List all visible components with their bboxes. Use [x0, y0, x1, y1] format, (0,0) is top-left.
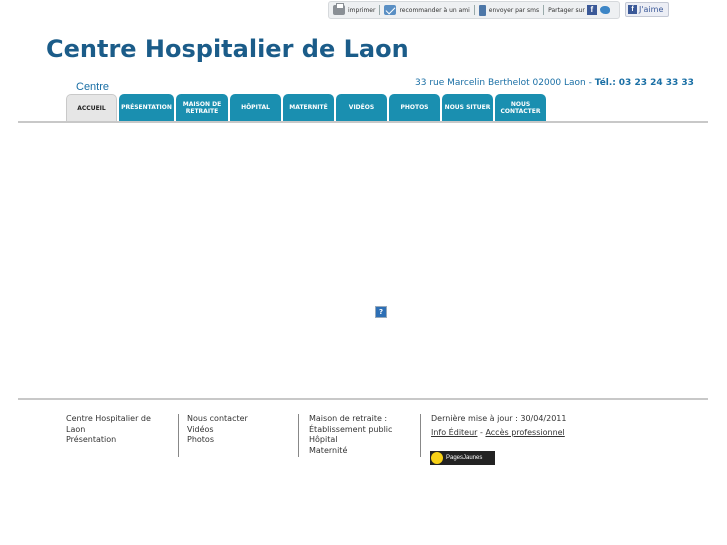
facebook-icon[interactable]: f — [586, 5, 597, 15]
like-label: J'aime — [639, 5, 664, 14]
contact-info: 33 rue Marcelin Berthelot 02000 Laon - T… — [415, 78, 694, 88]
printer-icon — [333, 3, 345, 15]
footer-col-1: Centre Hospitalier de Laon Présentation — [66, 414, 151, 446]
nav-item-nous-situer[interactable]: Nous situer — [442, 94, 493, 121]
footer-col-3: Maison de retraite : Établissement publi… — [309, 414, 392, 456]
nav-item-photos[interactable]: Photos — [389, 94, 440, 121]
header-divider — [18, 121, 708, 123]
footer-col-2: Nous contacter Vidéos Photos — [187, 414, 248, 446]
sms-link[interactable]: envoyer par sms — [475, 4, 543, 16]
footer-col-4: Dernière mise à jour : 30/04/2011 Info É… — [431, 414, 566, 438]
nav-item-accueil[interactable]: Accueil — [66, 94, 117, 121]
footer-link-hopital[interactable]: Hôpital — [309, 435, 392, 446]
footer-separator — [420, 414, 421, 457]
acces-professionnel-link[interactable]: Accès professionnel — [485, 428, 564, 437]
pagesjaunes-badge[interactable]: PagesJaunes — [430, 451, 495, 465]
centre-label: Centre — [76, 81, 110, 93]
footer-link-videos[interactable]: Vidéos — [187, 425, 248, 436]
last-update: Dernière mise à jour : 30/04/2011 — [431, 414, 567, 423]
twitter-icon[interactable] — [599, 6, 610, 14]
nav-item-hopital[interactable]: Hôpital — [230, 94, 281, 121]
footer-link-photos[interactable]: Photos — [187, 435, 248, 446]
nav-item-maison-de-retraite[interactable]: Maison de retraite — [176, 94, 228, 121]
page-title: Centre Hospitalier de Laon — [46, 35, 409, 63]
footer-separator — [178, 414, 179, 457]
share-group: Partager sur f — [544, 5, 614, 15]
footer-link-maison-retraite[interactable]: Maison de retraite : — [309, 414, 392, 425]
pagesjaunes-label: PagesJaunes — [446, 455, 483, 461]
mail-icon — [384, 5, 397, 15]
pagesjaunes-logo-icon — [431, 452, 443, 464]
footer-link-etablissement[interactable]: Établissement public — [309, 425, 392, 436]
phone-icon — [478, 4, 486, 16]
footer-divider — [18, 398, 708, 400]
tel-number: 03 23 24 33 33 — [618, 78, 694, 88]
nav-item-maternite[interactable]: Maternité — [283, 94, 334, 121]
footer-link-presentation[interactable]: Présentation — [66, 435, 151, 446]
facebook-like-button[interactable]: f J'aime — [625, 2, 669, 17]
footer-link-centre[interactable]: Centre Hospitalier de — [66, 414, 151, 425]
nav-item-nous-contacter[interactable]: Nous contacter — [495, 94, 546, 121]
nav-item-videos[interactable]: Vidéos — [336, 94, 387, 121]
nav-item-presentation[interactable]: Présentation — [119, 94, 174, 121]
missing-plugin-icon[interactable]: ? — [375, 306, 387, 318]
info-editeur-link[interactable]: Info Éditeur — [431, 428, 477, 437]
tel-label: Tél.: — [594, 78, 616, 88]
facebook-icon: f — [628, 5, 637, 14]
footer-link-contact[interactable]: Nous contacter — [187, 414, 248, 425]
address-text: 33 rue Marcelin Berthelot 02000 Laon - — [415, 78, 592, 88]
utility-bar: imprimer recommander à un ami envoyer pa… — [328, 1, 620, 19]
print-label: imprimer — [348, 6, 376, 14]
print-link[interactable]: imprimer — [329, 3, 379, 15]
recommend-link[interactable]: recommander à un ami — [380, 5, 473, 15]
main-nav: Accueil Présentation Maison de retraite … — [66, 94, 546, 121]
sms-label: envoyer par sms — [488, 6, 540, 14]
recommend-label: recommander à un ami — [399, 6, 470, 14]
footer-link-laon[interactable]: Laon — [66, 425, 151, 436]
share-label: Partager sur — [548, 6, 585, 14]
footer-link-maternite[interactable]: Maternité — [309, 446, 392, 457]
footer-separator — [298, 414, 299, 457]
